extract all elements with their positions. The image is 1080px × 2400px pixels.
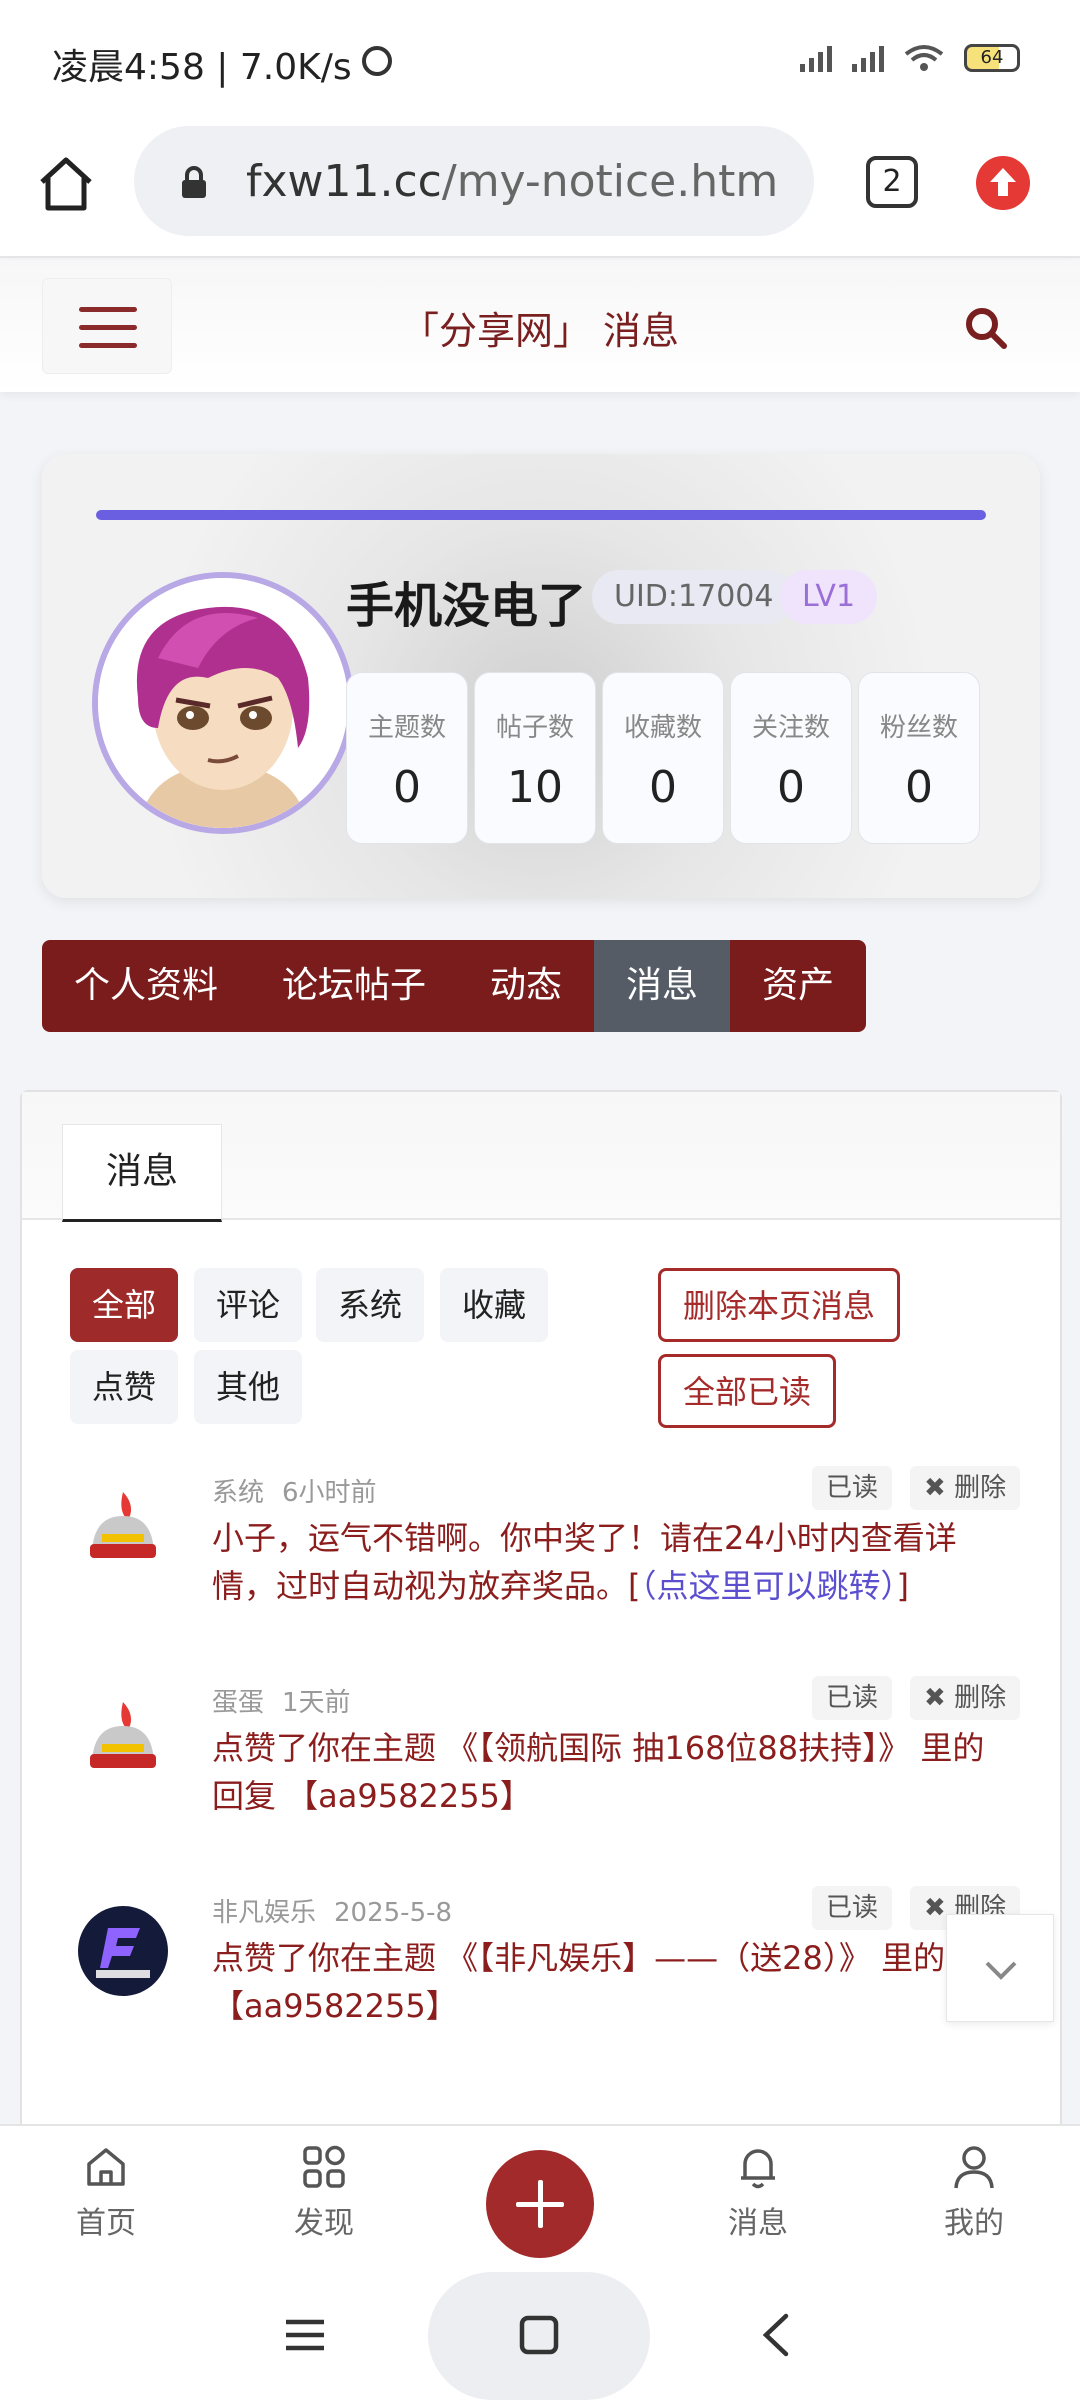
battery-icon: 64 (964, 44, 1020, 72)
user-icon (954, 2146, 994, 2189)
profile-card: 手机没电了 UID:17004 LV1 主题数 0 帖子数 10 收藏数 0 关… (42, 454, 1040, 898)
stat-topics[interactable]: 主题数 0 (346, 672, 468, 844)
tab-messages-list[interactable]: 消息 (62, 1124, 222, 1222)
profile-nav: 个人资料 论坛帖子 动态 消息 资产 (42, 940, 867, 1032)
username: 手机没电了 (346, 578, 587, 634)
tab-profile[interactable]: 个人资料 (42, 940, 250, 1032)
scroll-down-button[interactable] (946, 1914, 1054, 2022)
mark-read-button[interactable]: 已读 (812, 1886, 893, 1930)
status-time: 凌晨4:58 | 7.0K/s (52, 47, 352, 88)
tab-assets[interactable]: 资产 (730, 940, 866, 1032)
mark-all-read-button[interactable]: 全部已读 (658, 1354, 837, 1428)
avatar[interactable] (92, 572, 354, 834)
home-icon (87, 2148, 125, 2186)
stat-posts[interactable]: 帖子数 10 (474, 672, 596, 844)
message-text: 点赞了你在主题 《【领航国际 抽168位88扶持】》 里的回复 【aa95822… (212, 1729, 985, 1815)
page-title: 「分享网」 消息 (400, 309, 680, 353)
delete-message-button[interactable]: ✖ 删除 (910, 1466, 1021, 1510)
bell-icon (741, 2149, 775, 2189)
address-bar[interactable]: fxw11.cc/my-notice.htm (134, 126, 814, 236)
filter-likes[interactable]: 点赞 (70, 1350, 179, 1424)
message-text: 小子，运气不错啊。你中奖了！请在24小时内查看详情，过时自动视为放弃奖品。[（点… (212, 1519, 957, 1605)
helmet-icon (90, 1702, 156, 1768)
cell-signal-icon (800, 44, 832, 72)
message-sender: 系统 (212, 1478, 265, 1508)
nav-messages[interactable]: 消息 (698, 2142, 818, 2242)
filter-other[interactable]: 其他 (194, 1350, 303, 1424)
messages-panel: 消息 全部 评论 系统 收藏 点赞 其他 删除本页消息 全部已读 系统 6小时前 … (20, 1090, 1062, 2190)
grid-icon (303, 2145, 345, 2188)
helmet-icon (90, 1492, 156, 1558)
new-post-button[interactable] (486, 2150, 594, 2258)
recent-apps-icon[interactable] (284, 2314, 326, 2356)
message-text: 点赞了你在主题 《【非凡娱乐】——（送28）》 里的回复 【aa9582255】 (212, 1939, 1010, 2025)
message-link[interactable]: （点这里可以跳转） (641, 1567, 897, 1605)
system-nav-bar (0, 2272, 1080, 2400)
search-icon[interactable] (962, 304, 1010, 352)
status-bar: 凌晨4:58 | 7.0K/s 64 (0, 0, 1080, 118)
level-badge: LV1 (780, 570, 878, 624)
lock-icon (182, 166, 206, 198)
tabs-button[interactable]: 2 (866, 156, 918, 208)
stat-following[interactable]: 关注数 0 (730, 672, 852, 844)
home-icon[interactable] (36, 154, 96, 214)
filter-favorites[interactable]: 收藏 (440, 1268, 549, 1342)
message-time: 2025-5-8 (334, 1898, 453, 1928)
alarm-icon (362, 46, 392, 76)
filter-system[interactable]: 系统 (316, 1268, 425, 1342)
wifi-icon (904, 45, 944, 71)
bottom-nav: 首页 发现 消息 我的 (0, 2124, 1080, 2272)
mark-read-button[interactable]: 已读 (812, 1466, 893, 1510)
delete-page-button[interactable]: 删除本页消息 (658, 1268, 901, 1342)
tab-activity[interactable]: 动态 (458, 940, 594, 1032)
nav-discover[interactable]: 发现 (264, 2142, 384, 2242)
delete-message-button[interactable]: ✖ 删除 (910, 1676, 1021, 1720)
nav-me[interactable]: 我的 (914, 2142, 1034, 2242)
url-text: fxw11.cc/my-notice.htm (246, 156, 779, 207)
message-sender: 蛋蛋 (212, 1688, 265, 1718)
uid-badge: UID:17004 (592, 570, 796, 624)
mark-read-button[interactable]: 已读 (812, 1676, 893, 1720)
back-icon[interactable] (756, 2312, 798, 2358)
message-time: 1天前 (282, 1688, 351, 1718)
filter-comments[interactable]: 评论 (194, 1268, 303, 1342)
browser-toolbar: fxw11.cc/my-notice.htm 2 (0, 118, 1080, 258)
filter-all[interactable]: 全部 (70, 1268, 179, 1342)
stat-fans[interactable]: 粉丝数 0 (858, 672, 980, 844)
message-sender: 非凡娱乐 (212, 1898, 317, 1928)
level-progress-bar (96, 510, 986, 520)
home-square-icon[interactable] (518, 2314, 560, 2356)
tab-messages[interactable]: 消息 (594, 940, 731, 1032)
close-icon: ✖ (924, 1473, 946, 1503)
tab-forum-posts[interactable]: 论坛帖子 (250, 940, 458, 1032)
site-header: 「分享网」 消息 (0, 260, 1080, 392)
nav-home[interactable]: 首页 (46, 2142, 166, 2242)
chevron-down-icon (985, 1961, 1017, 1980)
stat-favorites[interactable]: 收藏数 0 (602, 672, 724, 844)
close-icon: ✖ (924, 1893, 946, 1923)
close-icon: ✖ (924, 1683, 946, 1713)
message-time: 6小时前 (282, 1478, 377, 1508)
cell-signal-icon (852, 44, 884, 72)
update-icon[interactable] (976, 156, 1030, 210)
brand-logo-icon (78, 1906, 168, 1996)
